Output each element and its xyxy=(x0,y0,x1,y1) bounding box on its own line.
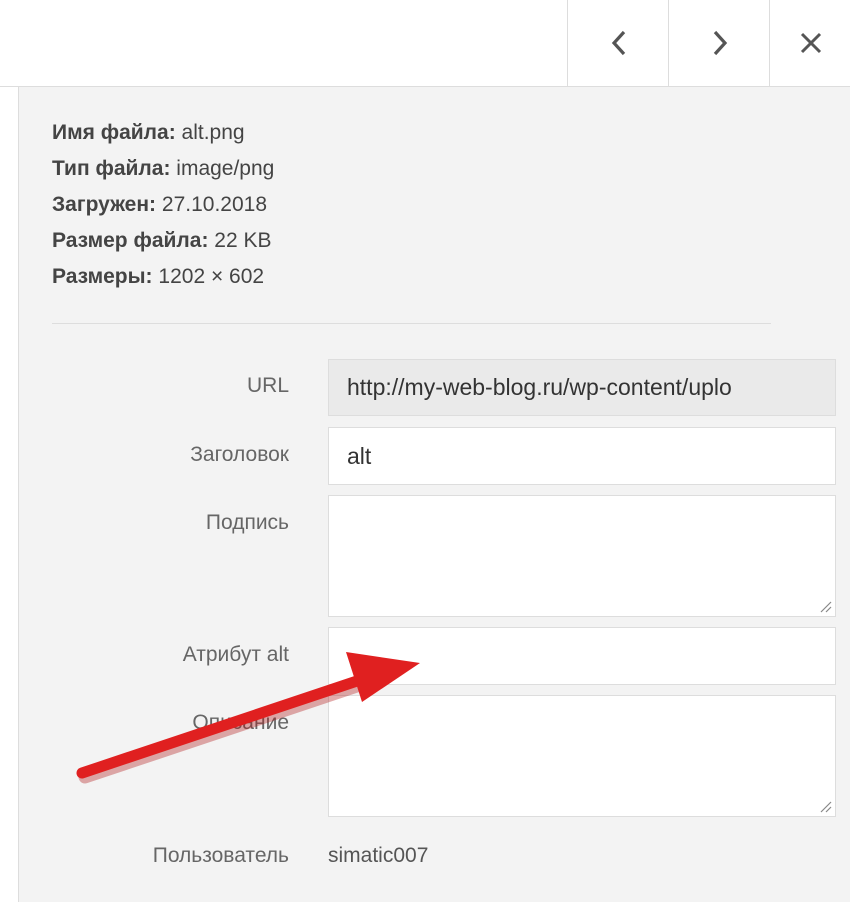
resize-grip-icon[interactable] xyxy=(820,801,832,813)
description-label: Описание xyxy=(192,711,289,734)
user-value: simatic007 xyxy=(328,844,429,867)
chevron-right-icon xyxy=(713,30,727,56)
uploaded-label: Загружен: xyxy=(52,193,157,216)
close-button[interactable] xyxy=(769,0,850,86)
alt-field[interactable] xyxy=(328,627,836,685)
uploaded-row: Загружен: 27.10.2018 xyxy=(52,187,274,223)
caption-label: Подпись xyxy=(205,511,289,534)
uploaded-value: 27.10.2018 xyxy=(161,193,267,216)
file-type-label: Тип файла: xyxy=(52,157,171,180)
chevron-left-icon xyxy=(611,30,625,56)
file-size-row: Размер файла: 22 KB xyxy=(52,223,274,259)
url-field[interactable]: http://my-web-blog.ru/wp-content/uplo xyxy=(328,359,836,416)
dimensions-row: Размеры: 1202 × 602 xyxy=(52,259,274,295)
url-label: URL xyxy=(246,374,289,397)
next-button[interactable] xyxy=(668,0,770,86)
file-size-label: Размер файла: xyxy=(52,229,209,252)
user-label: Пользователь xyxy=(152,844,289,867)
caption-textarea[interactable] xyxy=(328,495,836,617)
resize-grip-icon[interactable] xyxy=(820,601,832,613)
title-field[interactable]: alt xyxy=(328,427,836,485)
previous-button[interactable] xyxy=(567,0,669,86)
dimensions-label: Размеры: xyxy=(52,265,153,288)
file-type-value: image/png xyxy=(176,157,275,180)
description-textarea[interactable] xyxy=(328,695,836,817)
dimensions-value: 1202 × 602 xyxy=(158,265,265,288)
divider xyxy=(52,323,771,324)
file-type-row: Тип файла: image/png xyxy=(52,151,274,187)
file-info: Имя файла: alt.png Тип файла: image/png … xyxy=(52,115,274,295)
file-name-label: Имя файла: xyxy=(52,121,176,144)
file-name-row: Имя файла: alt.png xyxy=(52,115,274,151)
file-name-value: alt.png xyxy=(181,121,245,144)
file-size-value: 22 KB xyxy=(214,229,272,252)
title-label: Заголовок xyxy=(190,443,289,466)
modal-toolbar xyxy=(0,0,850,87)
attachment-details-panel: Имя файла: alt.png Тип файла: image/png … xyxy=(18,87,850,902)
close-icon xyxy=(800,32,821,54)
alt-label: Атрибут alt xyxy=(182,643,289,666)
